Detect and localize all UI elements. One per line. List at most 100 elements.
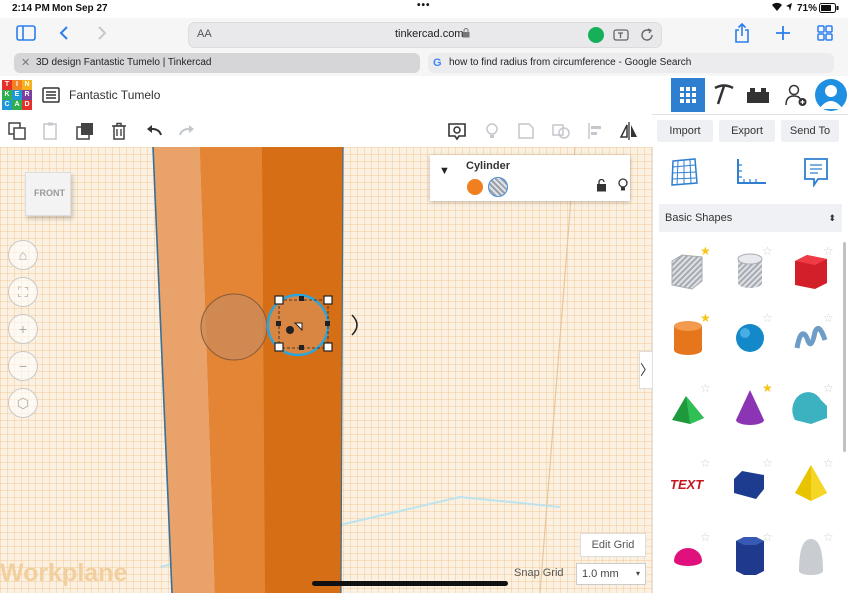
align-icon[interactable]: [586, 121, 606, 141]
close-tab-icon[interactable]: ✕: [21, 53, 30, 73]
notes-icon[interactable]: [803, 157, 829, 192]
favorite-star-icon[interactable]: ☆: [823, 531, 834, 543]
paste-icon[interactable]: [41, 121, 61, 141]
favorite-star-icon[interactable]: ☆: [762, 457, 773, 469]
grid-view-icon[interactable]: [669, 157, 699, 192]
view-cube-label: FRONT: [34, 188, 65, 198]
panel-scrollbar[interactable]: [843, 242, 846, 452]
favorite-star-icon[interactable]: ★: [700, 312, 711, 324]
resize-handle[interactable]: [323, 295, 333, 305]
tab-overview-icon[interactable]: [817, 25, 833, 44]
shape-inspector: ▼ Cylinder: [430, 155, 630, 201]
design-title[interactable]: Fantastic Tumelo: [69, 88, 160, 102]
favorite-star-icon[interactable]: ★: [700, 245, 711, 257]
resize-handle[interactable]: [325, 321, 330, 326]
resize-handle[interactable]: [274, 295, 284, 305]
rotate-arrow-icon[interactable]: [351, 314, 358, 336]
lightbulb-icon[interactable]: [482, 121, 502, 141]
send-to-button[interactable]: Send To: [781, 120, 839, 142]
logo-letter: A: [12, 100, 22, 110]
shape-category-select[interactable]: Basic Shapes ⬍: [659, 204, 842, 232]
group-icon[interactable]: [516, 121, 536, 141]
ghost-cylinder[interactable]: [200, 293, 268, 361]
fit-view-icon[interactable]: ⛶: [8, 277, 38, 307]
ungroup-icon[interactable]: [551, 121, 571, 141]
favorite-star-icon[interactable]: ☆: [823, 312, 834, 324]
sidebar-toggle-icon[interactable]: [16, 25, 36, 44]
shape-category-label: Basic Shapes: [665, 212, 733, 224]
add-user-icon[interactable]: [784, 83, 808, 112]
bricks-icon[interactable]: [746, 86, 770, 109]
workplane-scene[interactable]: [0, 147, 652, 593]
redo-icon[interactable]: [177, 121, 197, 141]
zoom-out-icon[interactable]: −: [8, 351, 38, 381]
favorite-star-icon[interactable]: ☆: [762, 531, 773, 543]
3d-view-button[interactable]: [671, 78, 705, 112]
tab-tinkercad[interactable]: ✕ 3D design Fantastic Tumelo | Tinkercad: [14, 53, 420, 73]
import-button[interactable]: Import: [657, 120, 713, 142]
view-notes-icon[interactable]: [447, 121, 467, 141]
tinkercad-header: T I N K E R C A D Fantastic Tumelo: [0, 76, 848, 115]
collapse-panel-icon[interactable]: 〉: [639, 351, 652, 389]
favorite-star-icon[interactable]: ★: [762, 382, 773, 394]
inspector-collapse-icon[interactable]: ▼: [439, 165, 450, 177]
favorite-star-icon[interactable]: ☆: [762, 312, 773, 324]
favorite-star-icon[interactable]: ☆: [823, 457, 834, 469]
hole-color-swatch[interactable]: [488, 177, 508, 197]
back-icon[interactable]: [58, 25, 70, 44]
center-handle[interactable]: [286, 326, 294, 334]
sort-arrows-icon: ⬍: [828, 213, 836, 223]
share-icon[interactable]: [734, 22, 750, 46]
solid-color-swatch[interactable]: [467, 179, 483, 195]
multitask-dots-icon[interactable]: •••: [417, 0, 431, 11]
snap-grid-label: Snap Grid: [514, 567, 564, 579]
orthographic-icon[interactable]: ⬡: [8, 388, 38, 418]
resize-handle[interactable]: [299, 296, 304, 301]
favorite-star-icon[interactable]: ☆: [762, 245, 773, 257]
favorite-star-icon[interactable]: ☆: [823, 382, 834, 394]
resize-handle[interactable]: [276, 321, 281, 326]
workplane-label: Workplane: [0, 559, 128, 587]
design-list-icon[interactable]: [42, 87, 60, 108]
snap-grid-select[interactable]: 1.0 mm ▾: [576, 563, 646, 585]
export-button[interactable]: Export: [719, 120, 775, 142]
ruler-icon[interactable]: [734, 157, 768, 192]
undo-icon[interactable]: [144, 121, 164, 141]
shapes-panel: Basic Shapes ⬍ ★ ☆ ☆ ★ ☆ ☆ ☆ ★ ☆ TEXT ☆ …: [652, 147, 848, 593]
lock-shape-icon[interactable]: [596, 178, 607, 197]
logo-letter: K: [2, 90, 12, 100]
status-time: 2:14 PM: [12, 3, 50, 14]
copy-icon[interactable]: [7, 121, 27, 141]
3d-viewport[interactable]: FRONT ⌂ ⛶ + − ⬡ Workplane Edit Grid Snap…: [0, 147, 652, 593]
delete-icon[interactable]: [109, 121, 129, 141]
duplicate-icon[interactable]: [75, 121, 95, 141]
mirror-icon[interactable]: [619, 121, 639, 141]
resize-handle[interactable]: [299, 345, 304, 350]
resize-handle[interactable]: [274, 342, 284, 352]
zoom-in-icon[interactable]: +: [8, 314, 38, 344]
favorite-star-icon[interactable]: ☆: [700, 457, 711, 469]
favorite-star-icon[interactable]: ☆: [823, 245, 834, 257]
url-text[interactable]: tinkercad.com: [395, 28, 463, 40]
home-view-icon[interactable]: ⌂: [8, 240, 38, 270]
new-tab-icon[interactable]: [775, 25, 791, 44]
status-bar: 2:14 PM Mon Sep 27 ••• 71%: [0, 0, 848, 18]
forward-icon[interactable]: [96, 25, 108, 44]
favorite-star-icon[interactable]: ☆: [700, 531, 711, 543]
grammarly-extension-icon[interactable]: [588, 27, 604, 43]
edit-grid-button[interactable]: Edit Grid: [580, 533, 646, 557]
reload-icon[interactable]: [639, 27, 655, 48]
translate-icon[interactable]: [613, 27, 629, 48]
shape-name: Cylinder: [466, 160, 511, 172]
avatar[interactable]: [815, 79, 847, 111]
text-size-button[interactable]: AA: [197, 28, 212, 40]
workplane-edge: [539, 147, 576, 593]
pickaxe-icon[interactable]: [711, 82, 737, 113]
address-bar[interactable]: AA tinkercad.com: [188, 22, 662, 48]
tinkercad-logo[interactable]: T I N K E R C A D: [2, 80, 32, 110]
tab-google-search[interactable]: G how to find radius from circumference …: [428, 53, 834, 73]
visibility-bulb-icon[interactable]: [618, 178, 628, 197]
favorite-star-icon[interactable]: ☆: [700, 382, 711, 394]
resize-handle[interactable]: [323, 342, 333, 352]
view-cube[interactable]: FRONT: [25, 172, 71, 216]
